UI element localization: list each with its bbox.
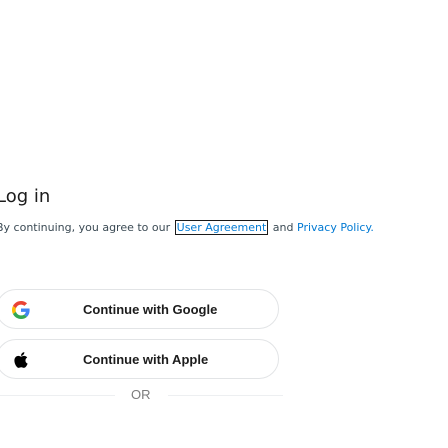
agreement-suffix: and bbox=[269, 221, 298, 234]
divider-line-right bbox=[168, 395, 283, 396]
google-button-label: Continue with Google bbox=[83, 302, 218, 317]
google-icon bbox=[11, 300, 31, 320]
continue-with-google-button[interactable]: Continue with Google bbox=[0, 289, 279, 329]
apple-icon bbox=[11, 350, 31, 370]
divider-line-left bbox=[0, 395, 115, 396]
agreement-prefix: By continuing, you agree to our bbox=[0, 221, 171, 234]
privacy-policy-link[interactable]: Privacy Policy. bbox=[297, 221, 374, 234]
apple-button-label: Continue with Apple bbox=[83, 352, 209, 367]
or-divider: OR bbox=[0, 385, 283, 405]
agreement-text: By continuing, you agree to our User Agr… bbox=[0, 220, 374, 235]
continue-with-apple-button[interactable]: Continue with Apple bbox=[0, 339, 279, 379]
page-title: Log in bbox=[0, 186, 51, 207]
user-agreement-link[interactable]: User Agreement bbox=[174, 220, 269, 235]
login-page: Log in By continuing, you agree to our U… bbox=[0, 0, 448, 448]
divider-label: OR bbox=[131, 387, 151, 402]
